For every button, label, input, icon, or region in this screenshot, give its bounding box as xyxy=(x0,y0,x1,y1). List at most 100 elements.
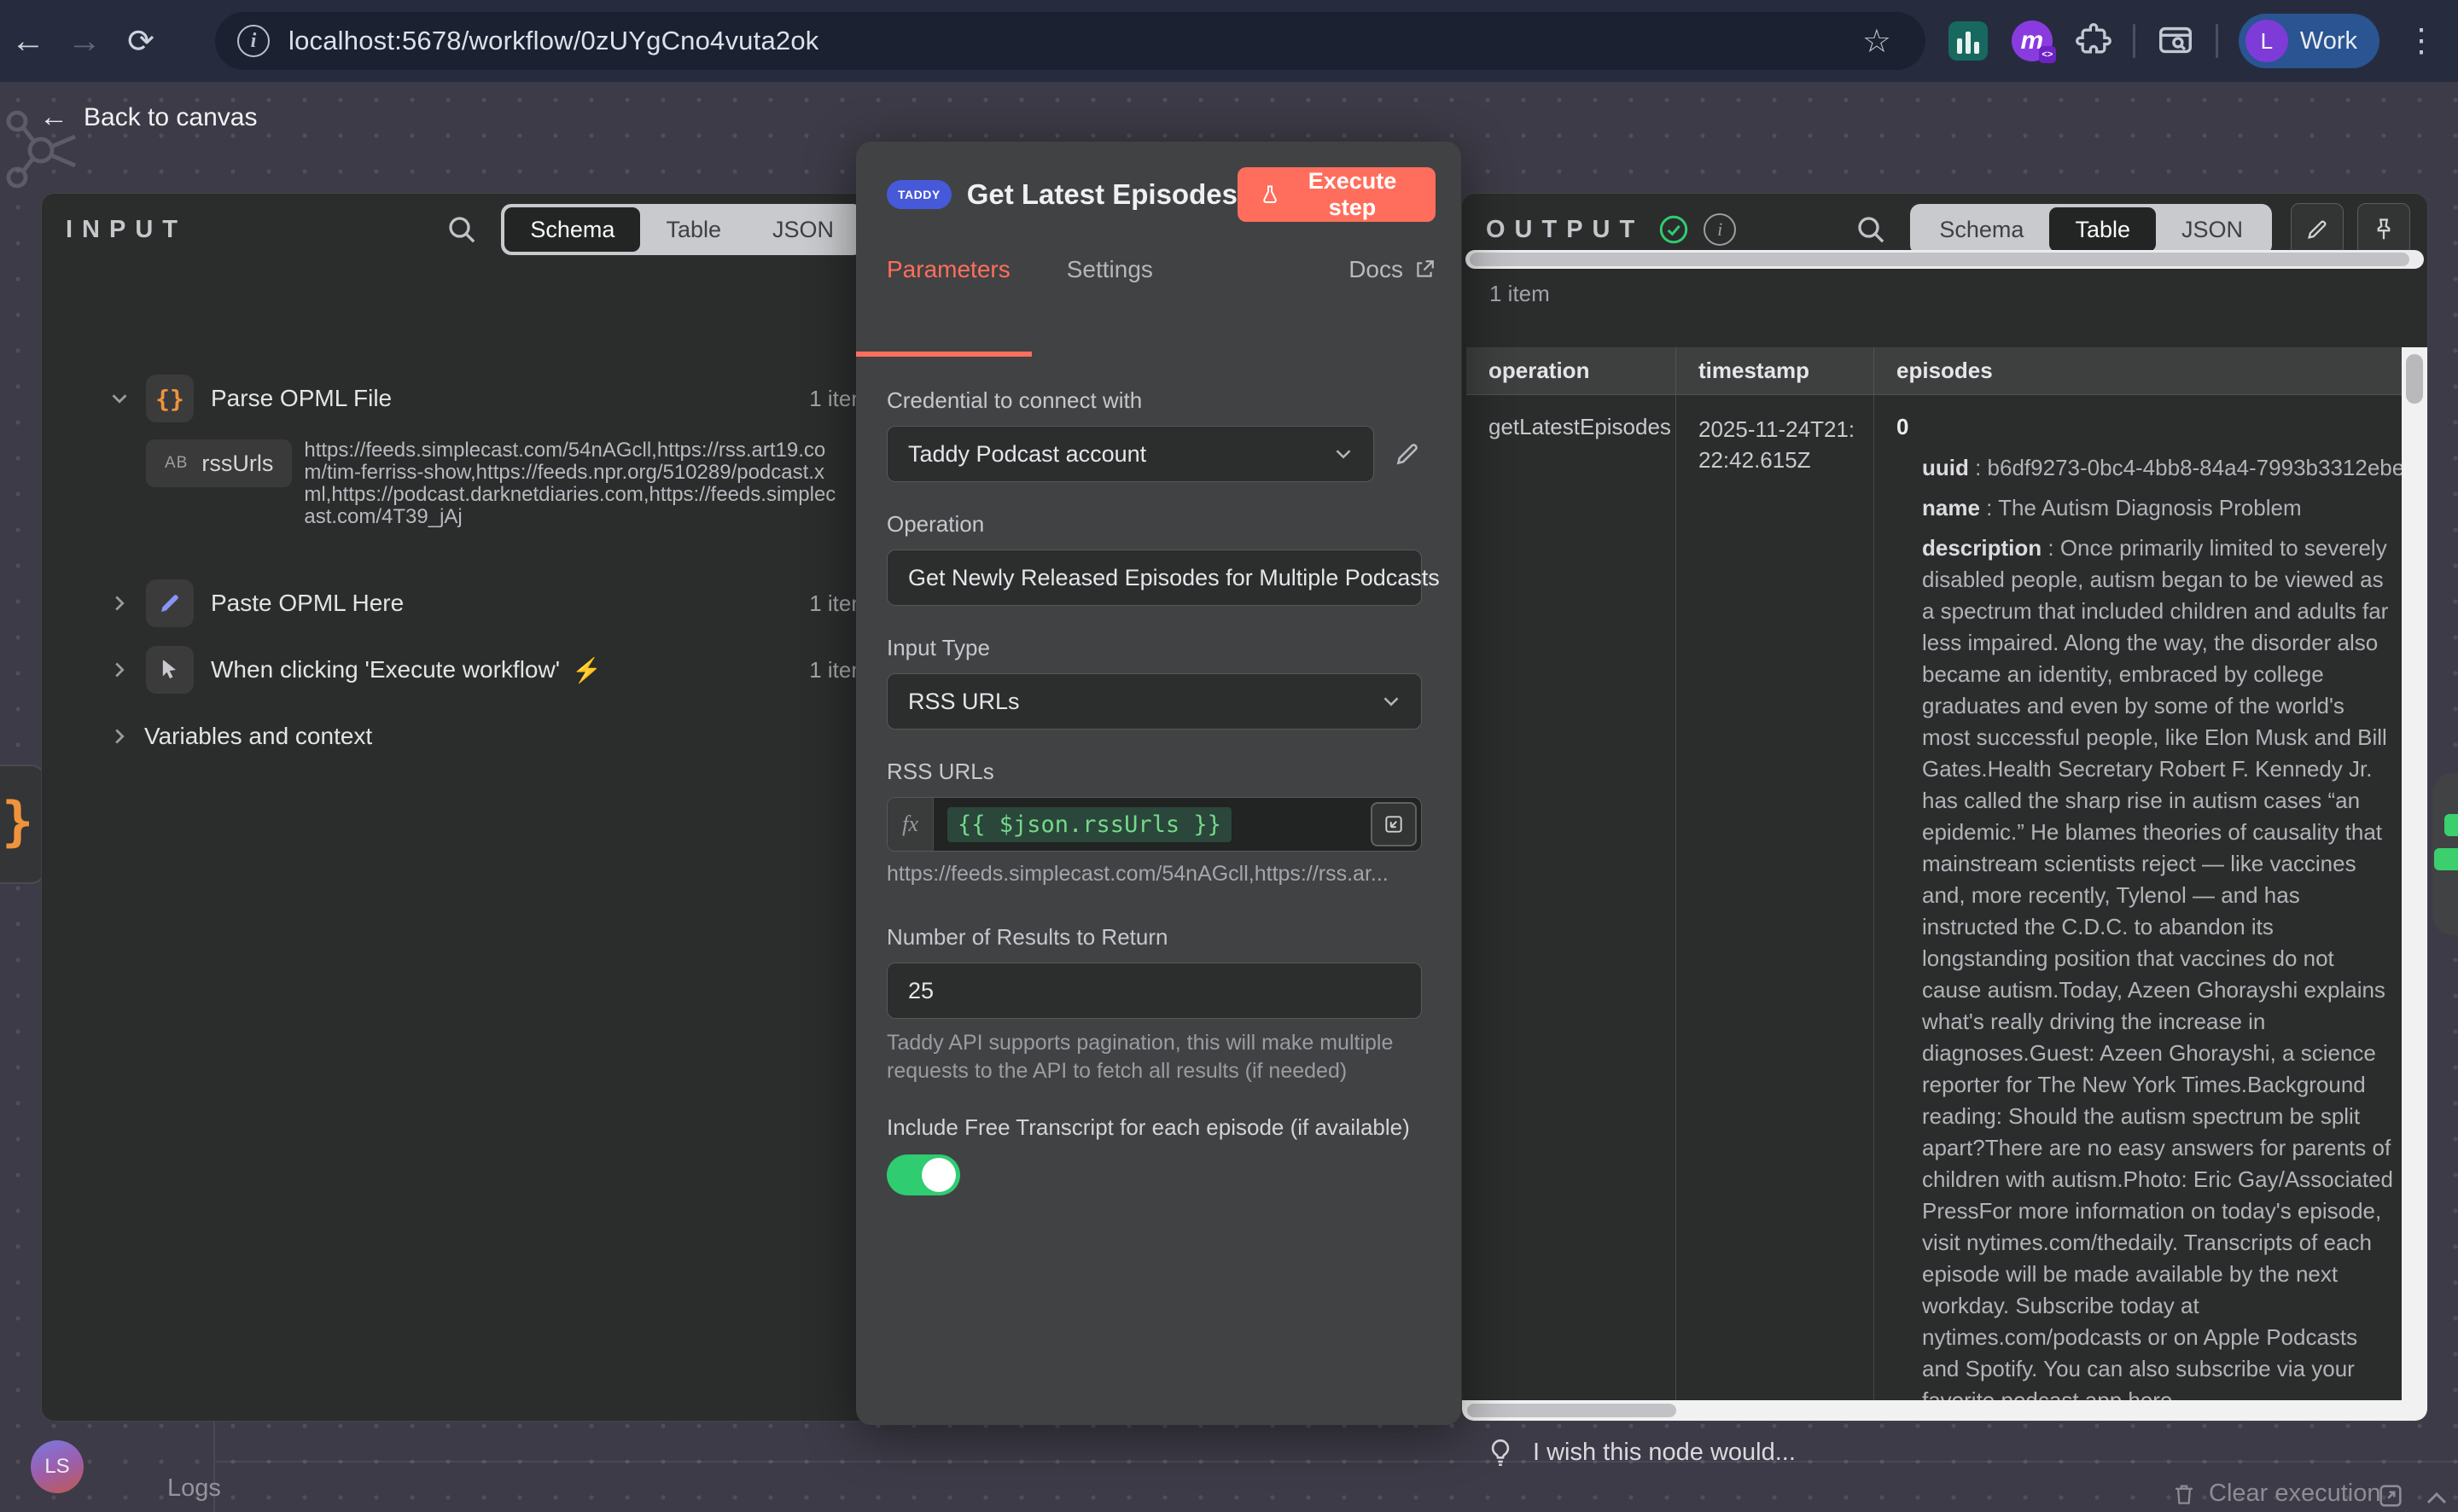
schema-node-manual-trigger[interactable]: When clicking 'Execute workflow' ⚡ 1 ite… xyxy=(42,643,870,697)
output-tab-schema[interactable]: Schema xyxy=(1913,207,2049,252)
browser-extensions-area: m<> L Work ⋮ xyxy=(1948,0,2458,82)
feedback-prompt-text: I wish this node would... xyxy=(1533,1439,1796,1467)
output-items-count: 1 item xyxy=(1489,281,1550,307)
rss-urls-expression-field[interactable]: fx {{ $json.rssUrls }} xyxy=(887,797,1422,852)
docs-label: Docs xyxy=(1348,256,1403,283)
input-tab-table[interactable]: Table xyxy=(640,207,747,252)
next-node-stub[interactable] xyxy=(2432,773,2458,935)
output-panel: OUTPUT i Schema Table JSON 1 item operat… xyxy=(1461,193,2428,1422)
site-info-icon[interactable]: i xyxy=(237,25,270,57)
chevron-down-icon[interactable] xyxy=(107,386,132,411)
node-feedback-prompt[interactable]: I wish this node would... xyxy=(1485,1437,1796,1468)
browser-profile-button[interactable]: L Work xyxy=(2239,14,2379,68)
credential-select[interactable]: Taddy Podcast account xyxy=(887,426,1374,482)
flask-icon xyxy=(1260,183,1280,206)
expression-value[interactable]: {{ $json.rssUrls }} xyxy=(947,807,1232,842)
schema-node-variables[interactable]: Variables and context xyxy=(42,716,870,757)
input-view-switcher: Schema Table JSON xyxy=(501,204,863,255)
user-avatar[interactable]: LS xyxy=(31,1440,84,1493)
tab-parameters[interactable]: Parameters xyxy=(887,256,1011,283)
clear-execution-label: Clear execution xyxy=(2209,1480,2381,1508)
output-horizontal-scrollbar-top[interactable] xyxy=(1465,250,2424,269)
execute-step-label: Execute step xyxy=(1291,168,1413,221)
column-header-operation[interactable]: operation xyxy=(1466,347,1676,394)
output-panel-title: OUTPUT xyxy=(1486,216,1644,244)
input-panel-header: INPUT Schema Table JSON xyxy=(42,194,900,265)
lightning-icon: ⚡ xyxy=(572,656,602,684)
input-search-icon[interactable] xyxy=(445,212,479,247)
output-horizontal-scrollbar-bottom[interactable] xyxy=(1462,1400,2427,1421)
tab-search-icon[interactable] xyxy=(2156,21,2195,61)
rss-urls-label: RSS URLs xyxy=(887,759,1422,785)
extension-m-icon[interactable]: m<> xyxy=(2012,20,2053,61)
extension-teal-icon[interactable] xyxy=(1948,21,1988,61)
chevron-right-icon[interactable] xyxy=(107,724,132,749)
schema-node-paste-opml[interactable]: Paste OPML Here 1 item xyxy=(42,576,870,631)
results-input[interactable]: 25 xyxy=(887,962,1422,1019)
schema-field-rssurls[interactable]: AB rssUrls https://feeds.simplecast.com/… xyxy=(146,439,870,528)
transcript-toggle[interactable] xyxy=(887,1154,960,1195)
back-arrow-icon: ← xyxy=(39,101,68,134)
pin-data-button[interactable] xyxy=(2357,203,2410,256)
execute-step-button[interactable]: Execute step xyxy=(1238,167,1436,222)
extensions-puzzle-icon[interactable] xyxy=(2075,22,2112,60)
episode-name: name : The Autism Diagnosis Problem xyxy=(1896,492,2395,524)
info-icon[interactable]: i xyxy=(1704,213,1736,246)
episode-uuid: uuid : b6df9273-0bc4-4bb8-84a4-7993b3312… xyxy=(1896,452,2395,484)
node-modal-header: TADDY Get Latest Episodes Execute step xyxy=(856,142,1461,222)
operation-label: Operation xyxy=(887,511,1422,538)
field-key-pill[interactable]: AB rssUrls xyxy=(146,439,292,487)
clear-execution-button[interactable]: Clear execution xyxy=(2171,1480,2381,1508)
divider xyxy=(2133,24,2135,58)
pencil-icon xyxy=(2304,217,2330,242)
operation-select[interactable]: Get Newly Released Episodes for Multiple… xyxy=(887,550,1422,606)
column-header-timestamp[interactable]: timestamp xyxy=(1676,347,1874,394)
input-node-stub[interactable]: } xyxy=(0,765,46,884)
edit-output-button[interactable] xyxy=(2291,203,2344,256)
cursor-node-icon xyxy=(146,646,194,694)
expression-preview: https://feeds.simplecast.com/54nAGcll,ht… xyxy=(887,862,1422,887)
browser-forward-icon[interactable]: → xyxy=(56,22,113,61)
node-modal-tabs: Parameters Settings Docs xyxy=(856,249,1461,290)
episode-description: description : Once primarily limited to … xyxy=(1896,532,2395,1402)
chevron-right-icon[interactable] xyxy=(107,590,132,616)
popout-icon[interactable] xyxy=(2376,1481,2405,1510)
node-detail-modal: TADDY Get Latest Episodes Execute step P… xyxy=(856,142,1461,1425)
tab-settings[interactable]: Settings xyxy=(1067,256,1153,283)
node-title[interactable]: Get Latest Episodes xyxy=(967,178,1238,211)
url-bar[interactable]: i localhost:5678/workflow/0zUYgCno4vuta2… xyxy=(215,12,1925,70)
transcript-toggle-label: Include Free Transcript for each episode… xyxy=(887,1114,1422,1141)
output-tab-json[interactable]: JSON xyxy=(2156,207,2269,252)
output-vertical-scrollbar[interactable] xyxy=(2402,347,2427,1402)
output-tab-table[interactable]: Table xyxy=(2049,207,2156,252)
input-type-select[interactable]: RSS URLs xyxy=(887,673,1422,730)
bookmark-star-icon[interactable]: ☆ xyxy=(1862,22,1891,61)
chevron-right-icon[interactable] xyxy=(107,657,132,683)
toggle-knob xyxy=(922,1158,956,1192)
schema-node-parse-opml[interactable]: {} Parse OPML File 1 item xyxy=(42,371,870,426)
browser-reload-icon[interactable]: ⟳ xyxy=(113,22,169,61)
external-link-icon xyxy=(1413,259,1436,281)
logs-panel-label[interactable]: Logs xyxy=(167,1474,221,1503)
lightbulb-icon xyxy=(1485,1437,1516,1468)
edit-credential-icon[interactable] xyxy=(1393,439,1422,468)
episode-index: 0 xyxy=(1896,414,2395,440)
cell-episodes: 0 uuid : b6df9273-0bc4-4bb8-84a4-7993b33… xyxy=(1874,395,2403,1402)
credential-value: Taddy Podcast account xyxy=(908,441,1146,468)
taddy-node-icon: TADDY xyxy=(887,180,952,209)
docs-link[interactable]: Docs xyxy=(1348,256,1436,283)
browser-menu-icon[interactable]: ⋮ xyxy=(2405,25,2438,57)
node-name: Parse OPML File xyxy=(211,385,392,412)
results-label: Number of Results to Return xyxy=(887,924,1422,951)
output-search-icon[interactable] xyxy=(1854,212,1888,247)
browser-back-icon[interactable]: ← xyxy=(0,22,56,61)
column-header-episodes[interactable]: episodes xyxy=(1874,347,2403,394)
back-to-canvas-button[interactable]: ← Back to canvas xyxy=(39,101,257,134)
open-expression-editor-button[interactable] xyxy=(1371,802,1417,846)
input-tab-json[interactable]: JSON xyxy=(747,207,859,252)
object-braces-icon: {} xyxy=(146,375,194,422)
field-value: https://feeds.simplecast.com/54nAGcll,ht… xyxy=(304,439,840,528)
chevron-up-icon[interactable] xyxy=(2424,1488,2449,1509)
input-tab-schema[interactable]: Schema xyxy=(504,207,640,252)
output-table-row: getLatestEpisodes 2025-11-24T21:22:42.61… xyxy=(1466,395,2403,1402)
